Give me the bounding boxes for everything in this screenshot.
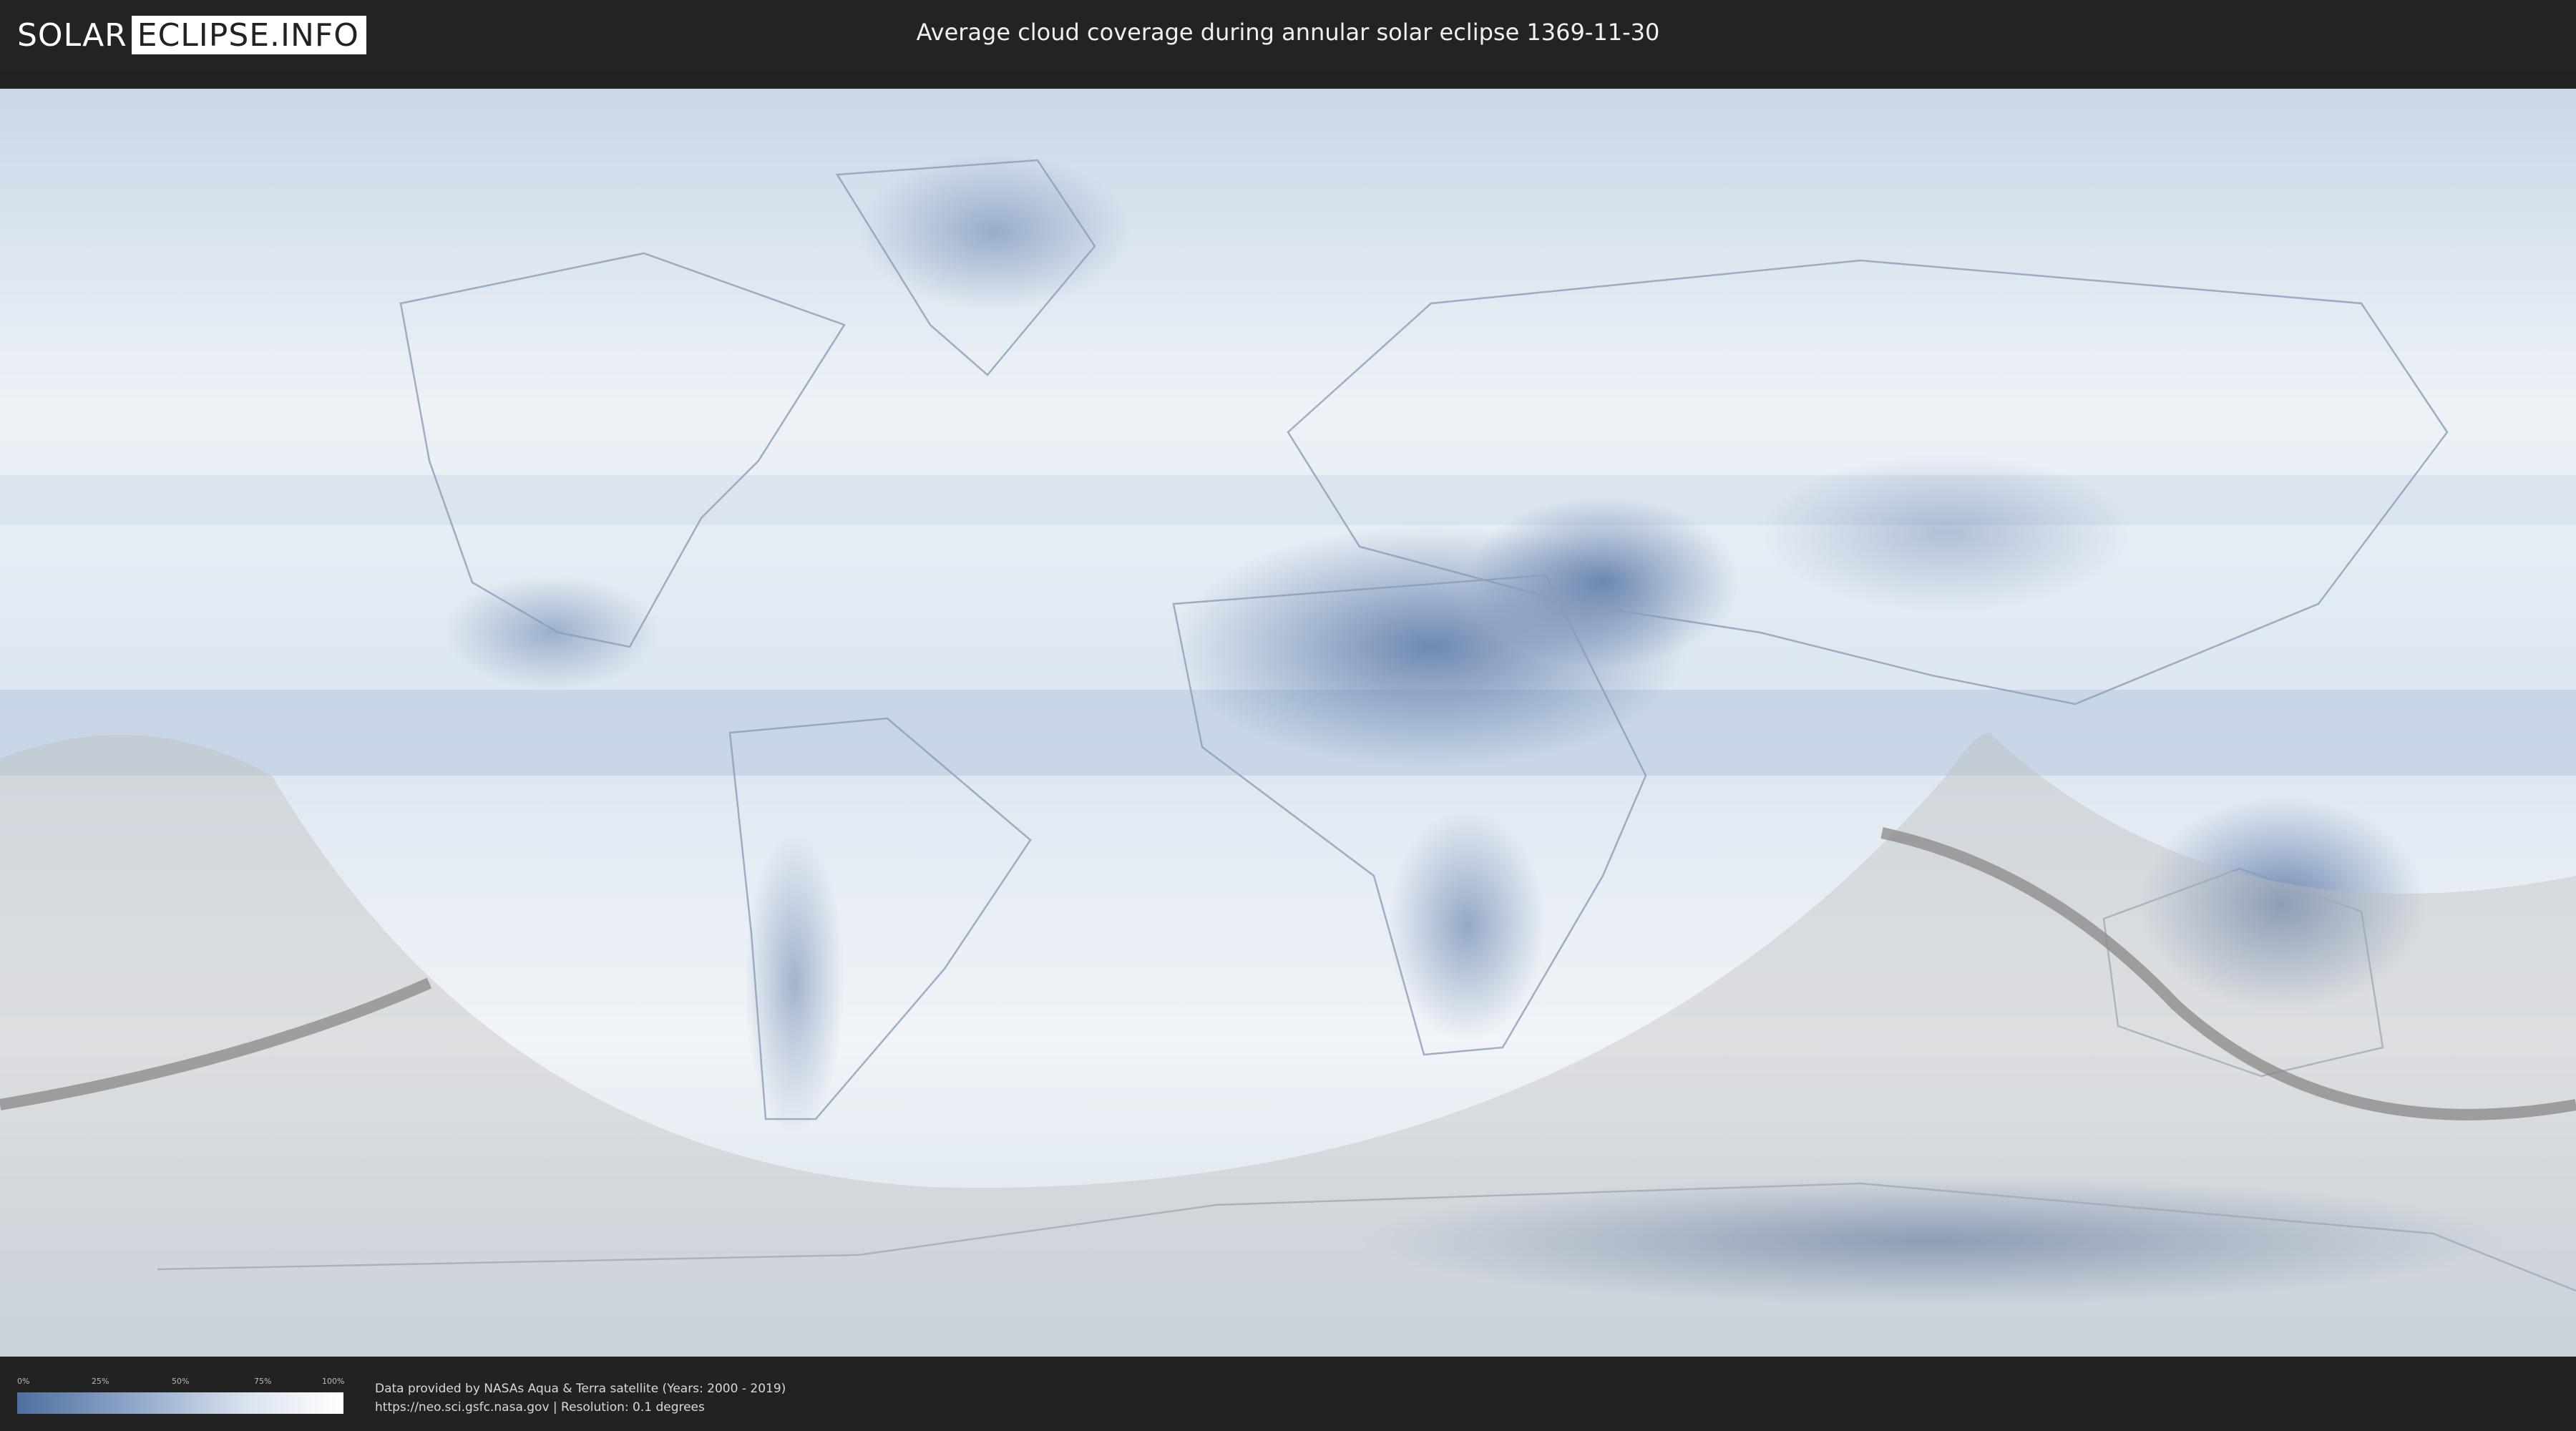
andes-clear-region bbox=[744, 833, 844, 1133]
credits-line-1: Data provided by NASAs Aqua & Terra sate… bbox=[375, 1382, 786, 1396]
credits-line-2[interactable]: https://neo.sci.gsfc.nasa.gov | Resoluti… bbox=[375, 1398, 786, 1417]
legend-ticks: 0% 25% 50% 75% 100% bbox=[17, 1377, 345, 1388]
arabia-clear-region bbox=[1467, 497, 1739, 668]
header-bar: SOLAR ECLIPSE.INFO Average cloud coverag… bbox=[0, 0, 2576, 72]
mexico-clear-region bbox=[444, 575, 658, 690]
legend-tick-25: 25% bbox=[92, 1377, 109, 1386]
northern-band bbox=[0, 475, 2576, 525]
greenland-clear-region bbox=[859, 153, 1131, 311]
south-africa-clear-region bbox=[1388, 811, 1546, 1040]
legend-tick-50: 50% bbox=[172, 1377, 190, 1386]
cloud-coverage-map bbox=[0, 89, 2576, 1357]
data-credits: Data provided by NASAs Aqua & Terra sate… bbox=[375, 1379, 786, 1417]
legend-color-bar bbox=[17, 1392, 343, 1414]
world-map-svg bbox=[0, 89, 2576, 1357]
legend-tick-75: 75% bbox=[254, 1377, 272, 1386]
page-title: Average cloud coverage during annular so… bbox=[916, 19, 1660, 46]
cloud-coverage-legend: 0% 25% 50% 75% 100% bbox=[17, 1377, 345, 1414]
legend-tick-0: 0% bbox=[17, 1377, 30, 1386]
legend-tick-100: 100% bbox=[322, 1377, 345, 1386]
tibet-clear-region bbox=[1760, 454, 2132, 611]
